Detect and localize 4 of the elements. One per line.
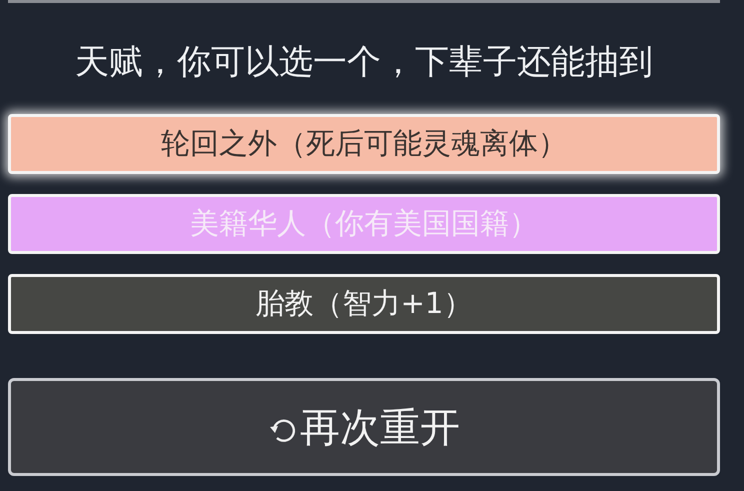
restart-button[interactable]: 再次重开 [8, 378, 720, 476]
talent-option[interactable]: 轮回之外（死后可能灵魂离体） [8, 114, 720, 174]
prompt-text: 天赋，你可以选一个，下辈子还能抽到 [74, 41, 654, 84]
talent-option[interactable]: 胎教（智力+1） [8, 274, 720, 334]
